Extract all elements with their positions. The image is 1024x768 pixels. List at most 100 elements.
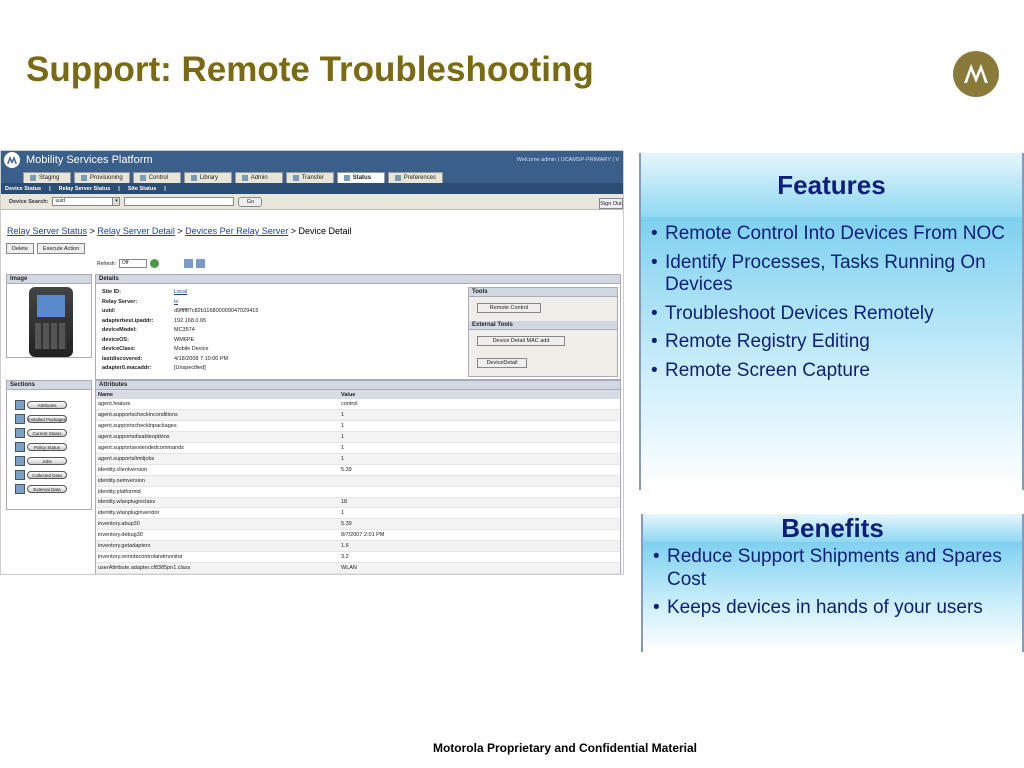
sign-out-button[interactable]: Sign Out: [599, 198, 623, 209]
table-row[interactable]: agent.feature control: [96, 399, 620, 411]
detail-value: 4/18/2008 7:10:00 PM: [174, 355, 229, 362]
attribute-name-cell: agent.supportsextendedcommands: [96, 442, 339, 454]
tab-label: Status: [352, 175, 372, 181]
chevron-down-icon: ▾: [112, 198, 120, 205]
table-row[interactable]: agent.supportscheckinconditions 1: [96, 409, 620, 422]
table-row[interactable]: inventory.remotecontrolandmonitor 3.2: [96, 551, 620, 563]
detail-value: 192.168.0.65: [174, 317, 207, 324]
tab-provisioning[interactable]: Provisioning: [74, 172, 130, 183]
site-id-link[interactable]: Local: [174, 288, 187, 298]
attribute-value-cell: 8/7/2007 2:01 PM: [339, 529, 620, 542]
detail-value: [Unspecified]: [174, 365, 206, 371]
go-button[interactable]: Go: [238, 196, 263, 207]
tab-control[interactable]: Control: [132, 172, 181, 183]
column-header-value[interactable]: Value: [339, 390, 620, 399]
search-field-select[interactable]: uuid ▾: [52, 197, 121, 206]
delete-button[interactable]: Delete: [6, 243, 34, 254]
table-row[interactable]: inventory.abup30 5.39: [96, 518, 620, 531]
tab-label: Admin: [250, 175, 268, 181]
device-detail-mac-add-button[interactable]: Device Detail MAC add: [477, 336, 565, 346]
column-header-name[interactable]: Name: [96, 390, 339, 399]
refresh-controls: Refresh: Off: [97, 259, 205, 268]
control-icon: [139, 175, 146, 181]
staging-icon: [30, 175, 36, 181]
table-row[interactable]: identity.clientversion 5.39: [96, 464, 620, 476]
attribute-value-cell: 1: [339, 409, 620, 422]
section-external-data[interactable]: External Data: [7, 482, 91, 496]
tab-preferences[interactable]: Preferences: [387, 172, 444, 183]
tab-label: Transfer: [301, 175, 324, 181]
table-row[interactable]: inventory.getadapters 1.6: [96, 540, 620, 552]
relay-server-link[interactable]: is: [174, 298, 178, 308]
section-jobs[interactable]: Jobs: [7, 454, 91, 468]
search-bar: Device Search: uuid ▾ Go: [1, 194, 623, 210]
section-policy-status[interactable]: Policy Status: [7, 440, 91, 454]
attributes-panel: Attributes Name Value agent.feature contr…: [95, 380, 621, 574]
attributes-table: Name Value agent.feature control agent.sup…: [96, 390, 620, 574]
detail-key: adapter0.macaddr:: [102, 365, 152, 371]
tab-label: Library: [199, 175, 219, 181]
subnav-device-status[interactable]: Device Status: [5, 186, 41, 192]
packages-icon: [15, 414, 25, 424]
app-screenshot: Mobility Services Platform Welcome admin…: [0, 150, 624, 575]
breadcrumb-separator: >: [89, 226, 95, 236]
search-label: Device Search:: [9, 198, 49, 205]
feature-item: Troubleshoot Devices Remotely: [641, 303, 1022, 326]
table-row[interactable]: agent.supportsdisableoptions 1: [96, 431, 620, 444]
subnav-site-status[interactable]: Site Status: [128, 186, 156, 192]
tab-transfer[interactable]: Transfer: [285, 172, 334, 183]
subnav-relay-server-status[interactable]: Relay Server Status: [59, 186, 111, 192]
motorola-m-icon: [959, 57, 993, 91]
refresh-select[interactable]: Off: [118, 259, 147, 268]
detail-value: d9ffffff7c82b116800009047029415: [174, 308, 259, 314]
section-attributes[interactable]: Attributes: [7, 398, 91, 412]
benefit-item: Reduce Support Shipments and Spares Cost: [643, 546, 1022, 591]
detail-key: Site ID:: [102, 289, 121, 295]
attribute-value-cell: 18: [339, 497, 620, 509]
refresh-label: Refresh:: [97, 260, 116, 267]
table-row[interactable]: identity.platformid: [96, 486, 620, 498]
subnav-separator: |: [164, 185, 166, 192]
remote-control-button[interactable]: Remote Control: [477, 303, 541, 313]
section-collected-data[interactable]: Collected Data: [7, 468, 91, 482]
table-row[interactable]: identity.oemversion: [96, 475, 620, 487]
detail-value: MC3574: [174, 327, 195, 333]
table-row[interactable]: agent.supportslimitjobs 1: [96, 453, 620, 465]
table-row[interactable]: identity.wlanpluginclass 18: [96, 497, 620, 509]
tab-admin[interactable]: Admin: [234, 172, 283, 183]
breadcrumb-relay-server-detail[interactable]: Relay Server Detail: [97, 226, 175, 236]
attribute-name-cell: userAttribute.adapter.cf8385pn1.class: [96, 562, 339, 574]
table-row[interactable]: agent.supportsextendedcommands 1: [96, 442, 620, 454]
search-select-value: uuid: [55, 198, 65, 204]
section-current-status[interactable]: Current Status: [7, 426, 91, 440]
table-row[interactable]: userAttribute.adapter.cf8385pn1.class WLA…: [96, 562, 620, 574]
welcome-text: Welcome admin | UCAMSP-PRIMARY | V: [516, 157, 619, 163]
table-row[interactable]: identity.wlanpluginvendor 1: [96, 507, 620, 520]
tab-library[interactable]: Library: [183, 172, 232, 183]
tool-icon[interactable]: [183, 259, 193, 268]
attribute-value-cell: 1.6: [339, 540, 620, 552]
table-row[interactable]: inventory.debug30 8/7/2007 2:01 PM: [96, 529, 620, 542]
status-icon: [343, 175, 350, 181]
tool-icon[interactable]: [195, 259, 205, 268]
attribute-value-cell: [339, 486, 620, 498]
attribute-value-cell: 5.39: [339, 464, 620, 476]
breadcrumb-devices-per-relay-server[interactable]: Devices Per Relay Server: [185, 226, 288, 236]
refresh-icon[interactable]: [149, 259, 159, 268]
breadcrumb-relay-server-status[interactable]: Relay Server Status: [7, 226, 87, 236]
table-row[interactable]: agent.supportscheckinpackages 1: [96, 420, 620, 433]
tab-staging[interactable]: Staging: [23, 172, 71, 183]
tab-status[interactable]: Status: [336, 172, 385, 183]
image-panel: Image: [6, 274, 92, 358]
execute-action-button[interactable]: Execute Action: [36, 243, 86, 254]
jobs-icon: [15, 456, 25, 466]
provisioning-icon: [81, 175, 87, 181]
external-data-icon: [15, 484, 25, 494]
benefits-list: Reduce Support Shipments and Spares Cost…: [643, 542, 1022, 652]
breadcrumb-current: Device Detail: [298, 226, 352, 236]
policy-status-icon: [15, 442, 25, 452]
device-detail-button[interactable]: DeviceDetail: [477, 358, 527, 368]
section-installed-packages[interactable]: Installed Packages: [7, 412, 91, 426]
subnav-separator: |: [118, 185, 120, 192]
search-input[interactable]: [124, 197, 235, 206]
